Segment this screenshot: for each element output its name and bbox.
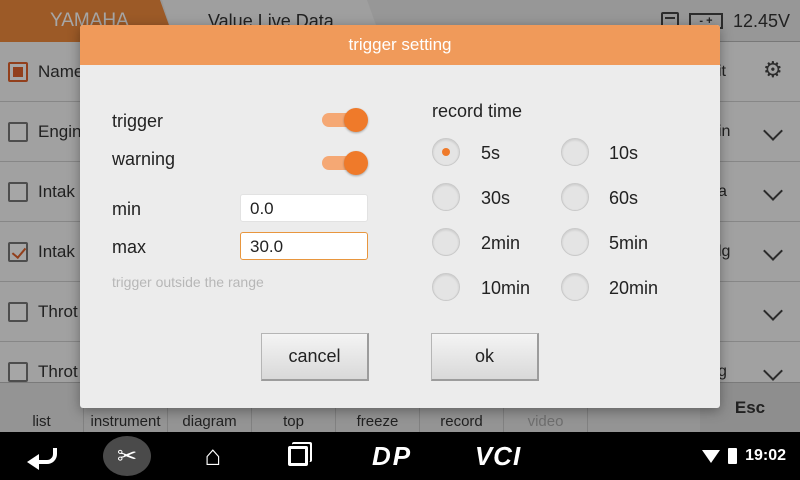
record-10min-label[interactable]: 10min xyxy=(481,278,530,299)
range-hint: trigger outside the range xyxy=(112,274,264,290)
back-arrow-icon xyxy=(27,448,57,470)
system-battery-icon xyxy=(728,448,738,464)
clock: 19:02 xyxy=(745,447,786,464)
recent-apps-button[interactable] xyxy=(284,432,312,480)
record-60s-label[interactable]: 60s xyxy=(609,188,638,209)
scissors-icon: ✂ xyxy=(103,436,151,476)
warning-label: warning xyxy=(112,149,176,169)
home-icon: ⌂ xyxy=(204,440,222,471)
home-button[interactable]: ⌂ xyxy=(196,432,230,480)
system-nav-bar: ✂ ⌂ DP VCI 19:02 xyxy=(0,432,800,480)
toggle-knob xyxy=(344,108,368,132)
record-30s-label[interactable]: 30s xyxy=(481,188,510,209)
record-5s-label[interactable]: 5s xyxy=(481,143,500,164)
ok-button[interactable]: ok xyxy=(431,333,539,381)
min-input[interactable]: 0.0 xyxy=(240,194,368,222)
record-10s-label[interactable]: 10s xyxy=(609,143,638,164)
toggle-knob xyxy=(344,151,368,175)
dialog-title: trigger setting xyxy=(80,25,720,65)
min-label: min xyxy=(112,199,142,219)
cancel-button[interactable]: cancel xyxy=(261,333,369,381)
record-60s-radio[interactable] xyxy=(561,183,589,211)
dp-button[interactable]: DP xyxy=(365,432,419,480)
trigger-label: trigger xyxy=(112,111,164,131)
system-status: 19:02 xyxy=(702,432,786,480)
recent-apps-icon xyxy=(288,446,308,466)
trigger-setting-dialog: trigger setting trigger warning min 0.0 … xyxy=(80,25,720,408)
max-input[interactable]: 30.0 xyxy=(240,232,368,260)
record-time-label: record time xyxy=(432,101,523,121)
record-5min-label[interactable]: 5min xyxy=(609,233,648,254)
record-10min-radio[interactable] xyxy=(432,273,460,301)
back-button[interactable] xyxy=(22,432,66,480)
record-2min-label[interactable]: 2min xyxy=(481,233,520,254)
record-30s-radio[interactable] xyxy=(432,183,460,211)
vci-button[interactable]: VCI xyxy=(468,432,528,480)
record-10s-radio[interactable] xyxy=(561,138,589,166)
trigger-toggle[interactable] xyxy=(322,108,368,132)
record-20min-radio[interactable] xyxy=(561,273,589,301)
record-2min-radio[interactable] xyxy=(432,228,460,256)
record-20min-label[interactable]: 20min xyxy=(609,278,658,299)
record-5s-radio[interactable] xyxy=(432,138,460,166)
max-label: max xyxy=(112,237,147,257)
wifi-icon xyxy=(702,449,721,463)
record-5min-radio[interactable] xyxy=(561,228,589,256)
warning-toggle[interactable] xyxy=(322,151,368,175)
diagnostic-tool-button[interactable]: ✂ xyxy=(102,432,152,480)
